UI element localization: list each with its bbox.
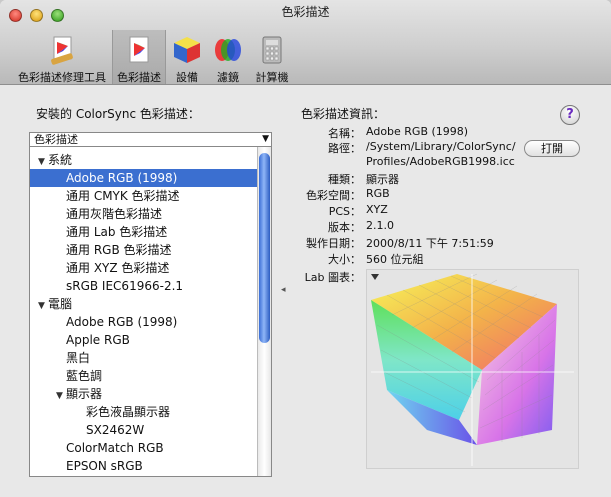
- disclosure-triangle-icon[interactable]: ▼: [56, 387, 66, 405]
- scrollbar[interactable]: [257, 147, 271, 476]
- toolbar-profiles[interactable]: 色彩描述: [112, 30, 166, 84]
- list-item[interactable]: 通用灰階色彩描述: [30, 205, 271, 223]
- toolbar-label: 色彩描述修理工具: [18, 71, 106, 84]
- list-item[interactable]: EPSON sRGB: [30, 457, 271, 475]
- profile-document-icon: [129, 36, 149, 63]
- disclosure-triangle-icon[interactable]: ▼: [38, 297, 48, 315]
- lab-gamut-plot[interactable]: [366, 269, 579, 469]
- split-handle-icon[interactable]: ◂: [281, 285, 286, 295]
- info-label: 製作日期：: [306, 237, 361, 250]
- info-value: 560 位元組: [366, 253, 424, 266]
- info-value: 2000/8/11 下午 7:51:59: [366, 237, 494, 250]
- toolbar-filters[interactable]: 濾鏡: [210, 30, 246, 84]
- list-item[interactable]: 黑白: [30, 349, 271, 367]
- info-label: 大小：: [328, 253, 361, 266]
- list-item-label: 通用 XYZ 色彩描述: [66, 261, 170, 275]
- info-value-continued: Profiles/AdobeRGB1998.icc: [366, 155, 515, 168]
- list-item-label: EPSON sRGB: [66, 459, 143, 473]
- window-title: 色彩描述: [281, 5, 330, 19]
- list-item-label: 系統: [48, 153, 73, 167]
- lab-gamut-graphic: [371, 273, 574, 466]
- list-item-label: 通用 Lab 色彩描述: [66, 225, 168, 239]
- list-group[interactable]: ▼ 電腦: [30, 295, 266, 313]
- calculator-icon: [262, 36, 282, 64]
- list-item[interactable]: SX2462W: [30, 421, 271, 439]
- titlebar: 色彩描述 色彩描述修理工具 色彩描述 設備 濾鏡 計算機: [0, 0, 611, 85]
- sort-header-label: 色彩描述: [34, 133, 78, 146]
- list-item[interactable]: ▼ 顯示器: [30, 385, 271, 405]
- list-item[interactable]: ColorMatch RGB: [30, 439, 271, 457]
- info-value: /System/Library/ColorSync/: [366, 140, 516, 153]
- list-item[interactable]: sRGB IEC61966-2.1: [30, 277, 271, 295]
- profile-list[interactable]: EPSON sRGB ColorMatch RGB SX2462W 彩色液晶顯示器 ▼ 顯…: [29, 147, 272, 477]
- toolbar-label: 計算機: [255, 71, 289, 84]
- info-label: 種類：: [328, 173, 361, 186]
- toolbar-devices[interactable]: 設備: [170, 30, 204, 84]
- toolbar-label: 色彩描述: [117, 71, 161, 84]
- list-item-label: 藍色調: [66, 369, 103, 383]
- info-label: 名稱：: [328, 127, 361, 140]
- info-label: 路徑：: [328, 142, 361, 155]
- filter-icon: [215, 39, 241, 61]
- help-button[interactable]: ?: [560, 105, 580, 125]
- disclosure-triangle-icon[interactable]: ▼: [38, 153, 48, 171]
- profile-sort-header[interactable]: 色彩描述 ▼: [29, 132, 272, 147]
- list-item[interactable]: Adobe RGB (1998): [30, 313, 271, 331]
- toolbar-label: 濾鏡: [217, 71, 239, 84]
- list-item-label: SX2462W: [86, 423, 145, 437]
- chevron-down-icon: ▼: [262, 134, 269, 144]
- device-cube-icon: [174, 37, 200, 63]
- list-item-label: Adobe RGB (1998): [66, 171, 178, 185]
- toolbar-label: 設備: [176, 71, 198, 84]
- info-value: XYZ: [366, 203, 388, 216]
- list-item[interactable]: 藍色調: [30, 367, 271, 385]
- list-item-label: 電腦: [48, 297, 73, 311]
- info-value: RGB: [366, 187, 390, 200]
- content: 安裝的 ColorSync 色彩描述： 色彩描述 ▼ EPSON sRGB Col…: [0, 85, 611, 497]
- toolbar-calculator[interactable]: 計算機: [252, 30, 292, 84]
- open-button[interactable]: 打開: [524, 140, 580, 157]
- list-item-label: Adobe RGB (1998): [66, 315, 178, 329]
- list-item-label: 通用 RGB 色彩描述: [66, 243, 172, 257]
- plot-menu-icon: [371, 274, 379, 280]
- info-label: 色彩空間：: [306, 189, 361, 202]
- info-value: 顯示器: [366, 173, 399, 186]
- lab-plot-label: Lab 圖表：: [304, 271, 361, 284]
- installed-profiles-heading: 安裝的 ColorSync 色彩描述：: [36, 107, 200, 121]
- list-item-label: Apple RGB: [66, 333, 130, 347]
- list-item[interactable]: Apple RGB: [30, 331, 271, 349]
- window: 色彩描述 色彩描述修理工具 色彩描述 設備 濾鏡 計算機 安裝的 ColorSy…: [0, 0, 611, 497]
- list-item-label: 通用灰階色彩描述: [66, 207, 163, 221]
- info-value: Adobe RGB (1998): [366, 125, 469, 138]
- list-item[interactable]: Adobe RGB (1998): [30, 169, 271, 187]
- info-value: 2.1.0: [366, 219, 394, 232]
- list-item-label: 黑白: [66, 351, 91, 365]
- list-item[interactable]: 通用 RGB 色彩描述: [30, 241, 271, 259]
- list-item[interactable]: 通用 Lab 色彩描述: [30, 223, 271, 241]
- scrollbar-thumb[interactable]: [259, 153, 270, 343]
- list-item-label: ColorMatch RGB: [66, 441, 164, 455]
- list-item[interactable]: 通用 XYZ 色彩描述: [30, 259, 271, 277]
- list-item[interactable]: 通用 CMYK 色彩描述: [30, 187, 271, 205]
- list-item-label: 通用 CMYK 色彩描述: [66, 189, 180, 203]
- list-group[interactable]: ▼ 系統: [30, 151, 266, 169]
- profile-info-heading: 色彩描述資訊：: [301, 107, 386, 121]
- list-item-label: sRGB IEC61966-2.1: [66, 279, 184, 293]
- toolbar-colorsync-utility[interactable]: 色彩描述修理工具: [16, 30, 108, 84]
- list-item-label: 彩色液晶顯示器: [86, 405, 171, 419]
- list-item[interactable]: 彩色液晶顯示器: [30, 403, 271, 421]
- list-item-label: 顯示器: [66, 387, 103, 401]
- colorsync-utility-icon: [51, 36, 73, 65]
- info-label: PCS：: [328, 205, 361, 218]
- info-label: 版本：: [328, 221, 361, 234]
